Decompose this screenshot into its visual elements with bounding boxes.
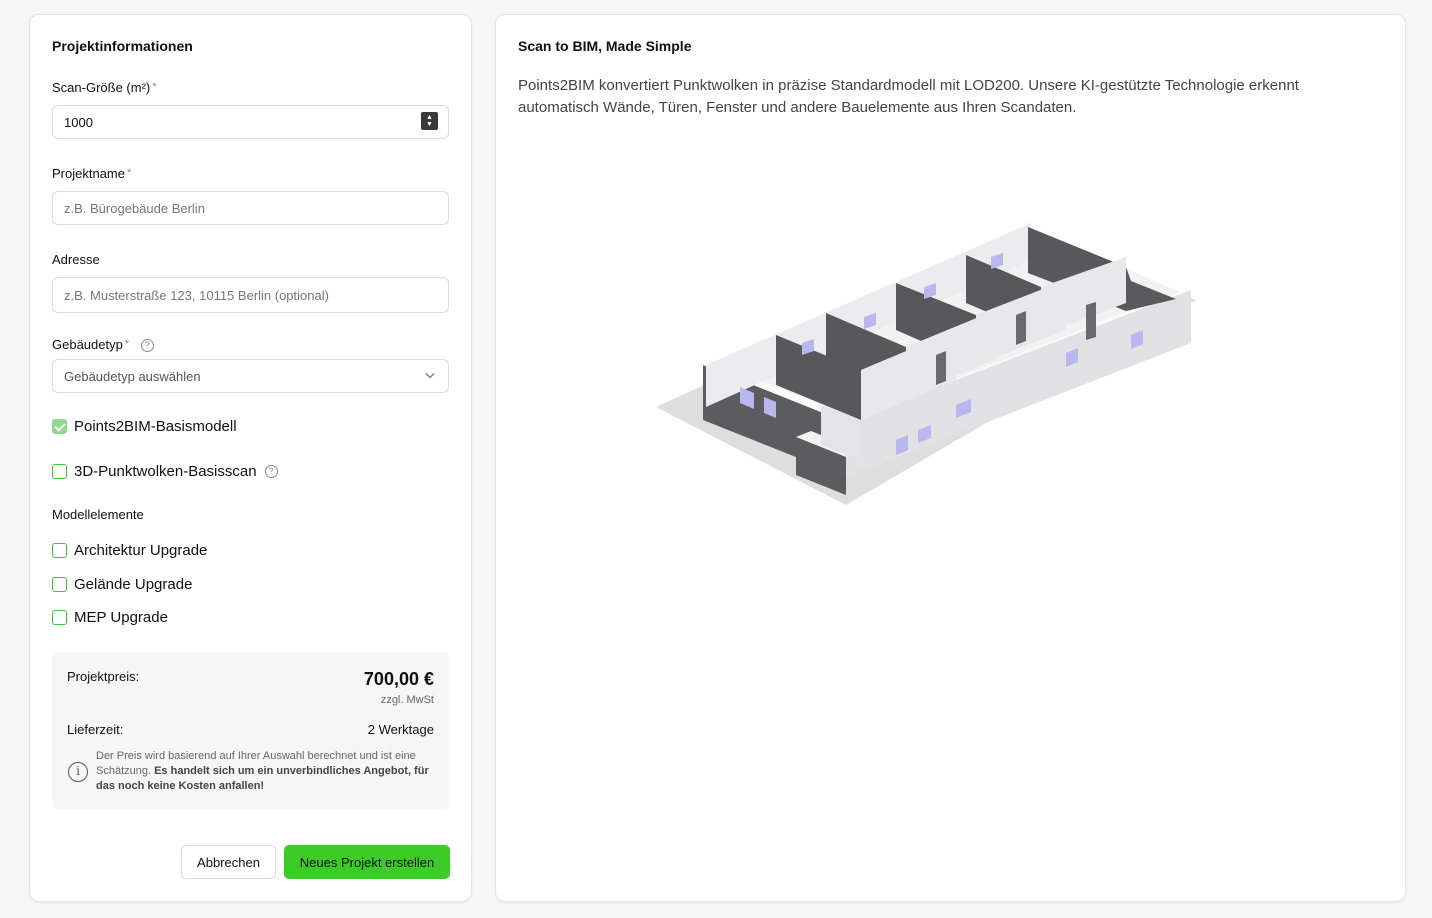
chevron-down-icon: [425, 373, 435, 379]
project-form-card: Projektinformationen Scan-Größe (m²)* ▲ …: [29, 14, 472, 902]
building-type-label: Gebäudetyp * ?: [52, 337, 154, 353]
option-gelaende-label: Gelände Upgrade: [74, 576, 193, 593]
info-description: Points2BIM konvertiert Punktwolken in pr…: [518, 77, 1299, 116]
checkbox-architektur[interactable]: [52, 543, 67, 558]
option-punktwolken-label: 3D-Punktwolken-Basisscan: [74, 463, 257, 480]
info-icon: i: [68, 762, 88, 782]
delivery-value: 2 Werktage: [367, 722, 434, 737]
price-value: 700,00 €: [363, 669, 434, 689]
checkbox-gelaende[interactable]: [52, 577, 67, 592]
option-basismodell-label: Points2BIM-Basismodell: [74, 418, 237, 435]
model-elements-heading: Modellelemente: [52, 507, 144, 522]
option-mep-label: MEP Upgrade: [74, 609, 168, 626]
info-card: Scan to BIM, Made Simple Points2BIM konv…: [495, 14, 1406, 902]
scan-size-stepper[interactable]: ▲ ▼: [421, 112, 438, 130]
address-label: Adresse: [52, 252, 100, 267]
price-summary: Projektpreis: 700,00 € zzgl. MwSt Liefer…: [52, 652, 449, 809]
address-input[interactable]: [52, 277, 449, 313]
scan-size-label: Scan-Größe (m²) *: [52, 80, 157, 95]
checkbox-mep[interactable]: [52, 610, 67, 625]
create-project-button[interactable]: Neues Projekt erstellen: [284, 845, 450, 879]
price-label: Projektpreis:: [67, 669, 140, 684]
delivery-label: Lieferzeit:: [67, 722, 124, 737]
stepper-down-icon: ▼: [426, 121, 433, 128]
option-architektur[interactable]: Architektur Upgrade: [52, 542, 207, 559]
price-vat: zzgl. MwSt: [380, 694, 434, 706]
info-title: Scan to BIM, Made Simple: [518, 38, 692, 54]
bim-model-illustration: [656, 223, 1196, 505]
price-note: Der Preis wird basierend auf Ihrer Auswa…: [96, 750, 429, 792]
scan-size-wrapper: ▲ ▼: [52, 105, 449, 139]
option-basismodell[interactable]: Points2BIM-Basismodell: [52, 418, 237, 435]
building-type-select[interactable]: Gebäudetyp auswählen: [52, 359, 449, 393]
option-punktwolken[interactable]: 3D-Punktwolken-Basisscan ?: [52, 463, 278, 480]
form-title: Projektinformationen: [52, 38, 193, 54]
checkbox-basismodell[interactable]: [52, 419, 67, 434]
option-mep[interactable]: MEP Upgrade: [52, 609, 168, 626]
stepper-up-icon: ▲: [426, 114, 433, 121]
help-icon[interactable]: ?: [264, 465, 278, 478]
scan-size-input[interactable]: [52, 105, 449, 139]
option-gelaende[interactable]: Gelände Upgrade: [52, 576, 192, 593]
help-icon[interactable]: ?: [140, 339, 154, 353]
option-architektur-label: Architektur Upgrade: [74, 542, 208, 559]
cancel-button[interactable]: Abbrechen: [181, 845, 276, 879]
project-name-label: Projektname *: [52, 166, 132, 181]
project-name-input[interactable]: [52, 191, 449, 225]
building-type-value: Gebäudetyp auswählen: [64, 368, 201, 384]
checkbox-punktwolken[interactable]: [52, 464, 67, 479]
